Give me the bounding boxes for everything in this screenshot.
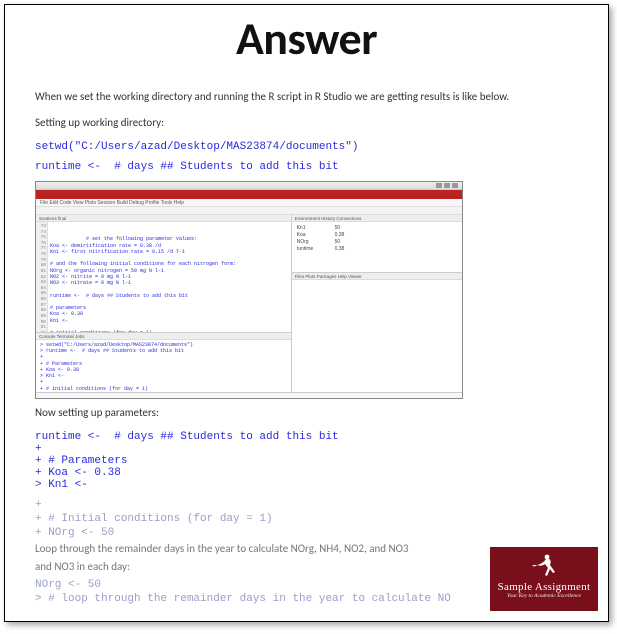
faded-initial: + # Initial conditions (for day = 1) <box>35 513 578 525</box>
rstudio-header-bar <box>36 190 462 199</box>
params-comment: + # Parameters <box>35 455 578 467</box>
now-setting-label: Now setting up parameters: <box>35 405 578 421</box>
files-tab: Files Plots Packages Help Viewer <box>292 273 462 280</box>
setting-wd-label: Setting up working directory: <box>35 115 578 131</box>
editor-tab: Soutien4 final <box>36 215 291 222</box>
dancer-icon <box>529 553 559 579</box>
setwd-code: setwd("C:/Users/azad/Desktop/MAS23874/do… <box>35 141 578 153</box>
runtime-code-2: runtime <- # days ## Students to add thi… <box>35 431 578 443</box>
kn1-line: > Kn1 <- <box>35 479 578 491</box>
env-values: Kn150 Koa0.38 NOrg50 runtime0.38 <box>292 222 462 256</box>
editor-text: # set the following parameter values: Ko… <box>50 236 236 333</box>
runtime-code: runtime <- # days ## Students to add thi… <box>35 161 578 173</box>
source-editor-pane: Soutien4 final 73 74 75 76 77 78 79 80 8… <box>36 215 291 333</box>
plus-1: + <box>35 443 578 455</box>
env-tab: Environment History Connections <box>292 215 462 222</box>
faded-plus: + <box>35 499 578 511</box>
console-pane: Console Terminal Jobs > setwd("C:/Users/… <box>36 333 291 393</box>
logo-tag: Your Key to Academic Excellence <box>490 593 598 599</box>
files-pane: Files Plots Packages Help Viewer <box>292 273 462 393</box>
environment-pane: Environment History Connections Kn150 Ko… <box>292 215 462 273</box>
koa-line: + Koa <- 0.38 <box>35 467 578 479</box>
faded-norg: + NOrg <- 50 <box>35 527 578 539</box>
logo-name: Sample Assignment <box>490 581 598 593</box>
window-titlebar <box>36 182 462 190</box>
editor-code: 73 74 75 76 77 78 79 80 81 82 83 84 85 8… <box>36 222 291 333</box>
console-text: > setwd("C:/Users/azad/Desktop/MAS23874/… <box>36 340 291 393</box>
document-page: Answer When we set the working directory… <box>4 4 609 622</box>
rstudio-toolbar <box>36 207 462 215</box>
rstudio-menubar: File Edit Code View Plots Session Build … <box>36 199 462 207</box>
line-gutter: 73 74 75 76 77 78 79 80 81 82 83 84 85 8… <box>36 222 48 333</box>
intro-text: When we set the working directory and ru… <box>35 89 578 105</box>
rstudio-screenshot: File Edit Code View Plots Session Build … <box>35 181 463 399</box>
console-tab: Console Terminal Jobs <box>36 333 291 340</box>
page-title: Answer <box>35 11 578 67</box>
sample-assignment-logo: Sample Assignment Your Key to Academic E… <box>490 547 598 611</box>
